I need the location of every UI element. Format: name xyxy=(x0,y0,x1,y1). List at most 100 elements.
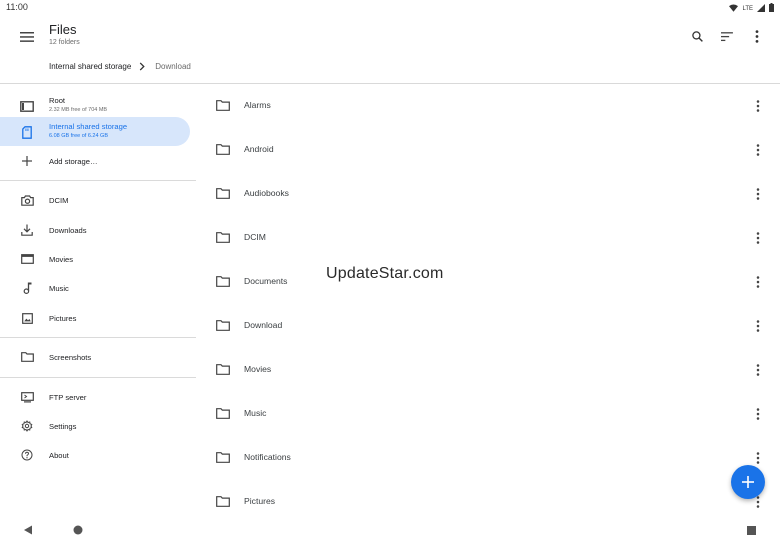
create-fab-button[interactable] xyxy=(731,465,765,499)
watermark-text: UpdateStar.com xyxy=(326,265,444,282)
sidebar-item-label: Music xyxy=(49,284,69,293)
folder-icon xyxy=(214,405,231,422)
file-name: Audiobooks xyxy=(244,188,289,198)
breadcrumb-item-download[interactable]: Download xyxy=(155,62,191,71)
sidebar-item-root[interactable]: Root 2.32 MB free of 704 MB xyxy=(0,91,190,120)
sidebar-item-internal-storage[interactable]: Internal shared storage 6.08 GB free of … xyxy=(0,117,190,146)
file-name: Documents xyxy=(244,276,288,286)
battery-icon xyxy=(769,3,774,14)
overflow-menu-button[interactable] xyxy=(746,25,768,47)
status-bar: 11:00 LTE xyxy=(0,0,780,16)
file-row-dcim[interactable]: DCIM xyxy=(200,216,780,260)
file-name: Android xyxy=(244,144,274,154)
home-icon xyxy=(73,525,83,535)
more-vert-icon[interactable] xyxy=(749,139,767,161)
folder-icon xyxy=(214,361,231,378)
file-name: Notifications xyxy=(244,452,291,462)
sidebar-item-label: Movies xyxy=(49,255,74,264)
sort-icon xyxy=(720,31,733,41)
download-icon xyxy=(19,222,35,238)
movie-icon xyxy=(19,251,35,267)
more-vert-icon[interactable] xyxy=(749,227,767,249)
sidebar-item-label: DCIM xyxy=(49,196,69,205)
add-icon xyxy=(742,476,754,488)
folder-icon xyxy=(214,229,231,246)
add-icon xyxy=(19,153,35,169)
file-row-movies[interactable]: Movies xyxy=(200,348,780,392)
more-vert-icon[interactable] xyxy=(749,315,767,337)
root-icon xyxy=(19,98,35,114)
sidebar-item-label: Internal shared storage xyxy=(49,122,128,131)
file-row-download[interactable]: Download xyxy=(200,304,780,348)
more-vert-icon[interactable] xyxy=(749,359,767,381)
file-row-alarms[interactable]: Alarms xyxy=(200,84,780,128)
sidebar-item-dcim[interactable]: DCIM xyxy=(0,185,190,214)
file-name: Pictures xyxy=(244,496,276,506)
folder-icon xyxy=(214,185,231,202)
sidebar-item-label: Add storage… xyxy=(49,157,98,166)
status-icons: LTE xyxy=(729,3,774,14)
camera-icon xyxy=(19,192,35,208)
sidebar-item-screenshots[interactable]: Screenshots xyxy=(0,342,190,371)
file-name: Movies xyxy=(244,364,272,374)
signal-icon xyxy=(757,3,765,14)
navigation-drawer: Root 2.32 MB free of 704 MB Internal sha… xyxy=(0,85,196,510)
back-button[interactable] xyxy=(20,522,36,538)
file-row-music[interactable]: Music xyxy=(200,392,780,436)
ftp-icon xyxy=(19,389,35,405)
file-row-android[interactable]: Android xyxy=(200,128,780,172)
sidebar-item-about[interactable]: About xyxy=(0,440,190,469)
network-type: LTE xyxy=(742,5,753,12)
sidebar-item-label: Downloads xyxy=(49,226,87,235)
sidebar-divider xyxy=(0,377,196,378)
breadcrumb: Internal shared storage Download xyxy=(49,62,191,71)
sort-button[interactable] xyxy=(716,25,738,47)
system-nav-bar xyxy=(0,512,780,548)
search-button[interactable] xyxy=(686,25,708,47)
wifi-icon xyxy=(729,3,739,14)
sidebar-item-settings[interactable]: Settings xyxy=(0,411,190,440)
folder-icon xyxy=(214,317,231,334)
help-icon xyxy=(19,447,35,463)
more-vert-icon[interactable] xyxy=(749,403,767,425)
menu-icon xyxy=(20,32,34,42)
folder-icon xyxy=(214,449,231,466)
menu-button[interactable] xyxy=(16,26,38,48)
file-row-audiobooks[interactable]: Audiobooks xyxy=(200,172,780,216)
file-name: Download xyxy=(244,320,283,330)
sidebar-item-label: Settings xyxy=(49,422,77,431)
sidebar-item-ftp-server[interactable]: FTP server xyxy=(0,382,190,411)
sidebar-divider xyxy=(0,337,196,338)
sidebar-item-pictures[interactable]: Pictures xyxy=(0,303,190,332)
recents-button[interactable] xyxy=(743,522,759,538)
sidebar-item-label: Root xyxy=(49,96,66,105)
breadcrumb-item-internal-storage[interactable]: Internal shared storage xyxy=(49,62,131,71)
file-row-notifications[interactable]: Notifications xyxy=(200,436,780,480)
search-icon xyxy=(691,30,703,42)
app-title: Files xyxy=(49,22,77,37)
file-name: DCIM xyxy=(244,232,266,242)
more-vert-icon xyxy=(755,29,759,43)
sidebar-item-downloads[interactable]: Downloads xyxy=(0,215,190,244)
sd-storage-icon xyxy=(19,124,35,140)
storage-free-text: 6.08 GB free of 6.24 GB xyxy=(49,133,109,139)
file-row-documents[interactable]: Documents xyxy=(200,260,780,304)
more-vert-icon[interactable] xyxy=(749,271,767,293)
sidebar-divider xyxy=(0,180,196,181)
settings-icon xyxy=(19,418,35,434)
folder-icon xyxy=(19,349,35,365)
recents-icon xyxy=(746,525,756,535)
more-vert-icon[interactable] xyxy=(749,95,767,117)
more-vert-icon[interactable] xyxy=(749,183,767,205)
status-time: 11:00 xyxy=(6,2,28,12)
home-button[interactable] xyxy=(70,522,86,538)
chevron-right-icon xyxy=(139,62,145,71)
sidebar-item-music[interactable]: Music xyxy=(0,273,190,302)
sidebar-item-add-storage[interactable]: Add storage… xyxy=(0,146,190,175)
folder-icon xyxy=(214,97,231,114)
sidebar-item-label: Screenshots xyxy=(49,353,92,362)
folder-icon xyxy=(214,141,231,158)
sidebar-item-movies[interactable]: Movies xyxy=(0,244,190,273)
file-name: Alarms xyxy=(244,100,271,110)
app-bar: Files 12 folders Internal shared storage… xyxy=(0,16,780,84)
